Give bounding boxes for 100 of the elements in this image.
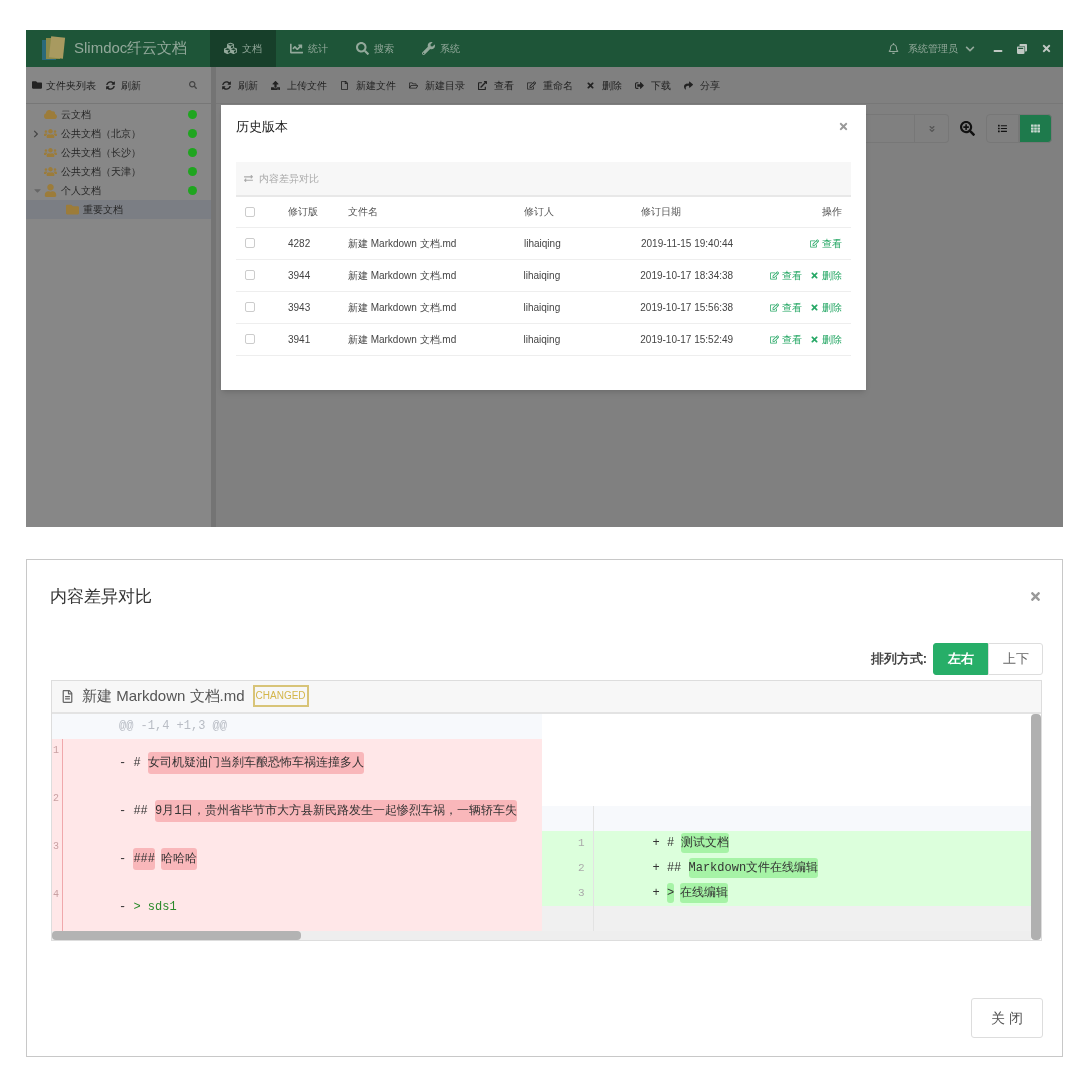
close-icon[interactable] — [1029, 590, 1042, 604]
folder-icon — [66, 203, 79, 216]
close-icon — [810, 334, 819, 344]
line-text: - ### 哈哈哈 — [63, 849, 197, 868]
table-cell-text: 3943 — [288, 300, 312, 315]
view-link[interactable]: 查看 — [770, 299, 802, 315]
toolbar-button[interactable]: 删除 — [586, 77, 622, 93]
table-cell-text: lihaiqing — [524, 236, 562, 251]
search-icon[interactable] — [189, 81, 197, 89]
close-icon[interactable] — [1041, 43, 1052, 54]
table-cell-text: lihaiqing — [523, 300, 562, 315]
tree-item[interactable]: 公共文档（北京） — [26, 124, 211, 143]
toolbar-button[interactable]: 上传文件 — [271, 77, 327, 93]
hunk-header: @@ -1,4 +1,3 @@ — [119, 718, 228, 735]
upload-icon — [271, 80, 280, 90]
nav-tab[interactable]: 统计 — [276, 30, 342, 67]
column-header: 修订人 — [524, 205, 555, 219]
file-icon — [61, 689, 74, 703]
tree-label: 公共文档（北京） — [61, 127, 142, 141]
zoom-in-icon[interactable] — [960, 121, 975, 136]
layout-toggle[interactable]: 上下 — [988, 642, 1043, 675]
edit-icon — [770, 270, 779, 280]
edit-icon — [527, 80, 536, 90]
line-number: 4 — [52, 882, 63, 931]
grid-view-button[interactable] — [1019, 114, 1052, 143]
table-cell-text: 新建 Markdown 文档.md — [347, 268, 458, 283]
tree-label: 公共文档（长沙） — [61, 146, 142, 160]
checkbox[interactable] — [245, 238, 255, 248]
toolbar-button[interactable]: 下载 — [635, 77, 671, 93]
nav-tab[interactable]: 搜索 — [342, 30, 408, 67]
column-header: 修订日期 — [641, 205, 682, 219]
exit-icon — [635, 80, 644, 90]
delete-link[interactable]: 删除 — [810, 267, 842, 283]
line-number: 3 — [52, 834, 63, 883]
delete-link[interactable]: 删除 — [810, 331, 842, 347]
edit-icon — [770, 334, 779, 344]
table-cell-text: 新建 Markdown 文档.md — [347, 332, 458, 347]
user-menu[interactable]: 系统管理员 — [908, 41, 975, 56]
tree-item[interactable]: 公共文档（天津） — [26, 162, 211, 181]
double-chevron-icon — [927, 124, 936, 133]
line-number: 3 — [541, 880, 594, 906]
view-link[interactable]: 查看 — [810, 235, 842, 251]
table-cell-text: 新建 Markdown 文档.md — [347, 300, 458, 315]
checkbox[interactable] — [245, 334, 255, 344]
exchange-icon — [244, 173, 253, 183]
toolbar-button[interactable]: 分享 — [684, 77, 720, 93]
table-cell-text: 4282 — [288, 236, 312, 251]
layout-toggle[interactable]: 左右 — [933, 642, 988, 675]
checkbox[interactable] — [245, 270, 255, 280]
toolbar-button[interactable]: 新建文件 — [340, 77, 396, 93]
table-cell-text: 新建 Markdown 文档.md — [348, 236, 458, 251]
scrollbar-thumb[interactable] — [52, 930, 301, 940]
toolbar-button[interactable]: 重命名 — [527, 77, 573, 93]
expand-arrow-icon[interactable] — [32, 129, 40, 138]
nav-tab[interactable]: 文档 — [210, 30, 276, 67]
close-icon — [810, 302, 819, 312]
sidebar-title: 文件夹列表 — [46, 78, 96, 93]
tree-item[interactable]: 云文档 — [26, 105, 211, 124]
view-link[interactable]: 查看 — [770, 331, 802, 347]
file-name: 新建 Markdown 文档.md — [82, 685, 245, 706]
tree-item[interactable]: 个人文档 — [26, 181, 211, 200]
table-cell-text: 2019-10-17 15:52:49 — [640, 332, 735, 347]
file-icon — [340, 80, 349, 90]
users-icon — [44, 127, 57, 140]
toolbar-button[interactable]: 刷新 — [222, 77, 258, 93]
refresh-button[interactable]: 刷新 — [106, 77, 141, 93]
checkbox[interactable] — [245, 206, 255, 217]
tree-label: 云文档 — [61, 108, 92, 122]
restore-icon[interactable] — [1017, 43, 1027, 54]
close-button[interactable]: 关 闭 — [971, 998, 1043, 1038]
checkbox[interactable] — [245, 302, 255, 312]
user-icon — [44, 184, 57, 197]
delete-link[interactable]: 删除 — [810, 299, 842, 315]
close-icon[interactable] — [838, 121, 849, 133]
changed-badge: CHANGED — [252, 685, 309, 707]
line-text: + > 在线编辑 — [593, 884, 729, 902]
table-cell-text: 2019-10-17 15:56:38 — [640, 300, 735, 315]
cloud-icon — [44, 108, 57, 121]
nav-tab[interactable]: 系统 — [408, 30, 474, 67]
tree-item[interactable]: 重要文档 — [26, 200, 211, 219]
toolbar-button[interactable]: 查看 — [478, 77, 514, 93]
refresh-icon — [106, 80, 115, 90]
close-icon — [810, 270, 819, 280]
bell-icon[interactable] — [888, 43, 899, 54]
view-link[interactable]: 查看 — [770, 267, 802, 283]
vertical-scrollbar[interactable] — [1031, 713, 1041, 940]
horizontal-scrollbar[interactable] — [52, 930, 1031, 940]
edit-icon — [810, 238, 819, 248]
tree-item[interactable]: 公共文档（长沙） — [26, 143, 211, 162]
logo-text: Slimdoc纤云文档 — [74, 38, 188, 59]
tree-label: 个人文档 — [61, 184, 102, 198]
column-header: 修订版 — [288, 205, 319, 219]
line-number: 1 — [541, 830, 594, 856]
layout-label: 排列方式: — [870, 649, 927, 668]
toolbar-button[interactable]: 新建目录 — [409, 77, 465, 93]
external-link-icon — [478, 80, 487, 90]
dialog-title: 历史版本 — [236, 118, 288, 136]
folder-icon — [409, 80, 418, 90]
logo-icon — [40, 35, 68, 62]
refresh-icon — [222, 80, 231, 90]
